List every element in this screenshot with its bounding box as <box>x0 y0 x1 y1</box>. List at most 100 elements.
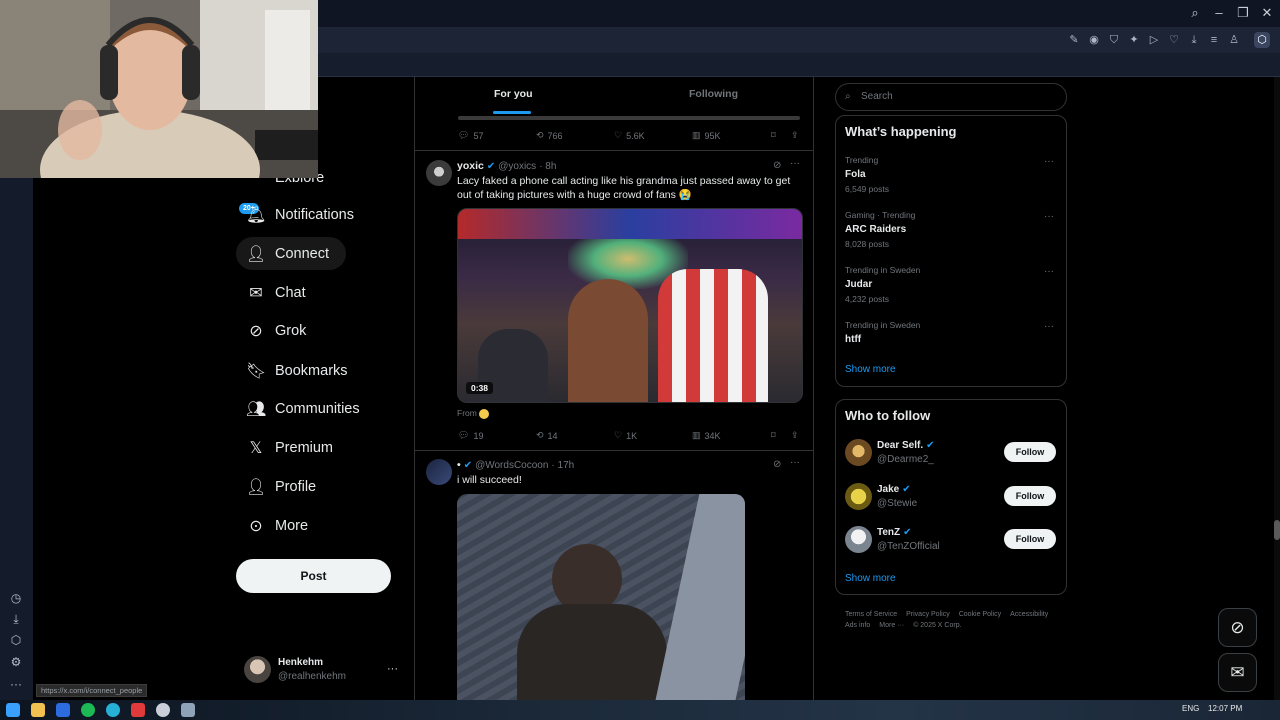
views-count: 34K <box>704 430 721 441</box>
nav-item-notifications[interactable]: 🔔︎ Notifications <box>236 198 364 231</box>
more-icon[interactable]: ··· <box>790 158 800 169</box>
trend-item[interactable]: Gaming · Trending ARC Raiders 8,028 post… <box>845 210 915 249</box>
tweet-time[interactable]: · 17h <box>551 460 574 471</box>
scrollbar[interactable] <box>1274 77 1280 700</box>
search-input[interactable]: Search <box>835 83 1067 111</box>
play-icon[interactable]: ▷ <box>1146 32 1162 48</box>
footer-link[interactable]: Privacy Policy <box>906 611 950 618</box>
trend-item[interactable]: Trending in Sweden htff <box>845 320 920 345</box>
extension-icon[interactable]: ✦ <box>1126 32 1142 48</box>
author-handle[interactable]: @WordsCocoon <box>475 460 548 471</box>
windows-start-icon[interactable] <box>6 703 20 717</box>
grok-fab-button[interactable]: ⊘ <box>1218 608 1257 647</box>
spotify-icon[interactable] <box>81 703 95 717</box>
avatar[interactable] <box>244 656 271 683</box>
search-icon[interactable]: ⌕ <box>1185 4 1205 22</box>
show-more-link[interactable]: Show more <box>845 573 896 584</box>
tweet-video[interactable] <box>457 494 745 700</box>
app-icon[interactable] <box>156 703 170 717</box>
bookmark-action[interactable]: ⌑ <box>771 130 776 141</box>
more-icon[interactable]: ··· <box>790 457 800 468</box>
share-action[interactable]: ⇪ <box>791 130 799 141</box>
more-icon[interactable]: ··· <box>8 676 24 692</box>
box-icon[interactable]: ⬡ <box>8 632 24 648</box>
camera-icon[interactable]: ◉ <box>1086 32 1102 48</box>
more-icon[interactable]: ··· <box>1044 321 1054 332</box>
follow-button[interactable]: Follow <box>1004 442 1056 462</box>
nav-item-profile[interactable]: 👤︎ Profile <box>236 470 326 503</box>
settings-icon[interactable]: ⚙ <box>8 654 24 670</box>
like-action[interactable]: ♡ 5.6K <box>614 130 645 141</box>
more-icon[interactable]: ··· <box>1044 266 1054 277</box>
nav-item-chat[interactable]: ✉ Chat <box>236 276 316 309</box>
nav-item-grok[interactable]: ⊘ Grok <box>236 314 316 347</box>
follow-button[interactable]: Follow <box>1004 486 1056 506</box>
edge-icon[interactable] <box>106 703 120 717</box>
bookmark-action[interactable]: ⌑ <box>771 430 776 441</box>
grok-icon[interactable]: ⊘ <box>773 160 781 171</box>
footer-link[interactable]: Ads info <box>845 622 870 629</box>
file-explorer-icon[interactable] <box>31 703 45 717</box>
messages-fab-button[interactable]: ✉ <box>1218 653 1257 692</box>
repost-action[interactable]: ⟲ 14 <box>536 430 558 441</box>
avatar[interactable] <box>426 459 452 485</box>
taskbar-clock[interactable]: 12:07 PM <box>1208 704 1242 713</box>
nav-item-premium[interactable]: 𝕏 Premium <box>236 431 343 464</box>
author-name[interactable]: yoxic <box>457 160 484 172</box>
like-action[interactable]: ♡ 1K <box>614 430 637 441</box>
follow-button[interactable]: Follow <box>1004 529 1056 549</box>
grok-icon[interactable]: ⊘ <box>773 459 781 470</box>
download-app-icon[interactable] <box>181 703 195 717</box>
trend-item[interactable]: Trending Fola 6,549 posts <box>845 155 889 194</box>
profile-icon[interactable]: ♙ <box>1226 32 1242 48</box>
trend-item[interactable]: Trending in Sweden Judar 4,232 posts <box>845 265 920 304</box>
nav-item-connect[interactable]: 👤︎ Connect <box>236 237 346 270</box>
tab-for-you[interactable]: For you <box>494 88 533 100</box>
follow-name[interactable]: TenZ <box>877 527 900 538</box>
post-button[interactable]: Post <box>236 559 391 593</box>
author-name[interactable]: • <box>457 459 461 471</box>
footer-link[interactable]: Accessibility <box>1010 611 1048 618</box>
shield-icon[interactable]: ⛉ <box>1106 32 1122 48</box>
follow-name[interactable]: Jake <box>877 484 899 495</box>
browser-extension-icon[interactable]: ⬡ <box>1254 32 1270 48</box>
show-more-link[interactable]: Show more <box>845 364 896 375</box>
restore-icon[interactable]: ❐ <box>1233 4 1253 22</box>
footer-link[interactable]: More ··· <box>879 622 904 629</box>
edit-icon[interactable]: ✎ <box>1066 32 1082 48</box>
avatar[interactable] <box>845 439 872 466</box>
opera-icon[interactable] <box>131 703 145 717</box>
tweet-time[interactable]: · 8h <box>539 161 556 172</box>
scrollbar-thumb[interactable] <box>1274 520 1280 540</box>
nav-item-bookmarks[interactable]: 🔖︎ Bookmarks <box>236 354 358 387</box>
download-icon[interactable]: ⤓ <box>1186 32 1202 48</box>
history-icon[interactable]: ◷ <box>8 590 24 606</box>
tweet-video[interactable] <box>457 208 803 403</box>
nav-item-communities[interactable]: 👥︎ Communities <box>236 392 370 425</box>
store-icon[interactable] <box>56 703 70 717</box>
menu-icon[interactable]: ≡ <box>1206 32 1222 48</box>
share-action[interactable]: ⇪ <box>791 430 799 441</box>
more-icon[interactable]: ··· <box>1044 211 1054 222</box>
account-more-icon[interactable]: ··· <box>387 663 398 675</box>
download-icon[interactable]: ⤓ <box>8 611 24 627</box>
language-indicator[interactable]: ENG <box>1182 704 1199 713</box>
views-action[interactable]: ▥ 95K <box>692 130 721 141</box>
nav-item-more[interactable]: ⊙ More <box>236 509 318 542</box>
heart-icon[interactable]: ♡ <box>1166 32 1182 48</box>
follow-name[interactable]: Dear Self. <box>877 440 923 451</box>
footer-link[interactable]: Cookie Policy <box>959 611 1001 618</box>
avatar[interactable] <box>845 526 872 553</box>
reply-action[interactable]: 💬︎ 57 <box>458 130 483 141</box>
avatar[interactable] <box>845 483 872 510</box>
avatar[interactable] <box>426 160 452 186</box>
author-handle[interactable]: @yoxics <box>498 161 536 172</box>
minimize-icon[interactable]: – <box>1209 4 1229 22</box>
tab-following[interactable]: Following <box>689 88 738 100</box>
views-action[interactable]: ▥ 34K <box>692 430 721 441</box>
close-icon[interactable]: ✕ <box>1257 4 1277 22</box>
more-icon[interactable]: ··· <box>1044 156 1054 167</box>
repost-action[interactable]: ⟲ 766 <box>536 130 563 141</box>
reply-action[interactable]: 💬︎ 19 <box>458 430 483 441</box>
footer-link[interactable]: Terms of Service <box>845 611 897 618</box>
